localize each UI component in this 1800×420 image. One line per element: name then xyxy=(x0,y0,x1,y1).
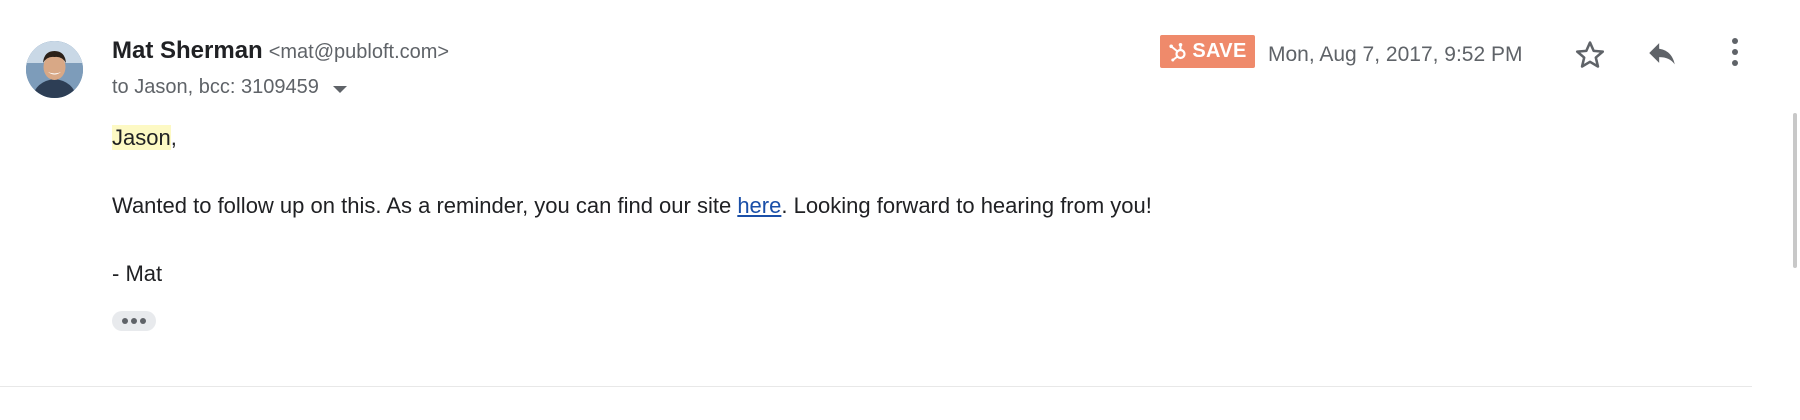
sender-name[interactable]: Mat Sherman xyxy=(112,37,263,64)
greeting-name: Jason xyxy=(112,125,171,150)
email-signature: - Mat xyxy=(112,261,163,286)
greeting-suffix: , xyxy=(170,125,177,150)
save-button[interactable]: SAVE xyxy=(1160,35,1255,68)
star-button[interactable] xyxy=(1570,35,1610,75)
reply-button[interactable] xyxy=(1642,33,1682,73)
save-label: SAVE xyxy=(1192,40,1247,62)
recipients-text: to Jason, bcc: 3109459 xyxy=(112,76,319,98)
paragraph-text-after: . Looking forward to hearing from you! xyxy=(781,193,1152,218)
ellipsis-dot xyxy=(140,318,146,324)
show-details-dropdown-icon[interactable] xyxy=(332,85,347,93)
recipients-line: to Jason, bcc: 3109459 xyxy=(112,72,347,102)
paragraph-text-before: Wanted to follow up on this. As a remind… xyxy=(112,193,738,218)
more-options-button[interactable] xyxy=(1715,32,1755,72)
scrollbar-thumb[interactable] xyxy=(1793,113,1797,268)
email-greeting: Jason, xyxy=(112,123,177,153)
reply-arrow-icon xyxy=(1649,43,1675,65)
person-avatar-icon xyxy=(26,41,83,98)
email-paragraph: Wanted to follow up on this. As a remind… xyxy=(112,191,1152,221)
vertical-dots-icon xyxy=(1732,38,1738,66)
hubspot-sprocket-icon xyxy=(1169,42,1187,61)
site-link[interactable]: here xyxy=(737,193,781,218)
sender-email: <mat@publoft.com> xyxy=(268,41,450,63)
ellipsis-dot xyxy=(131,318,137,324)
email-message: Mat Sherman <mat@publoft.com> to Jason, b… xyxy=(0,0,1800,420)
sender-avatar[interactable] xyxy=(26,41,83,98)
message-divider xyxy=(0,386,1752,387)
star-outline-icon xyxy=(1575,41,1605,68)
show-trimmed-content-button[interactable] xyxy=(112,311,156,331)
sender-line: Mat Sherman <mat@publoft.com> xyxy=(112,36,449,69)
email-date: Mon, Aug 7, 2017, 9:52 PM xyxy=(1268,43,1523,66)
ellipsis-dot xyxy=(122,318,128,324)
